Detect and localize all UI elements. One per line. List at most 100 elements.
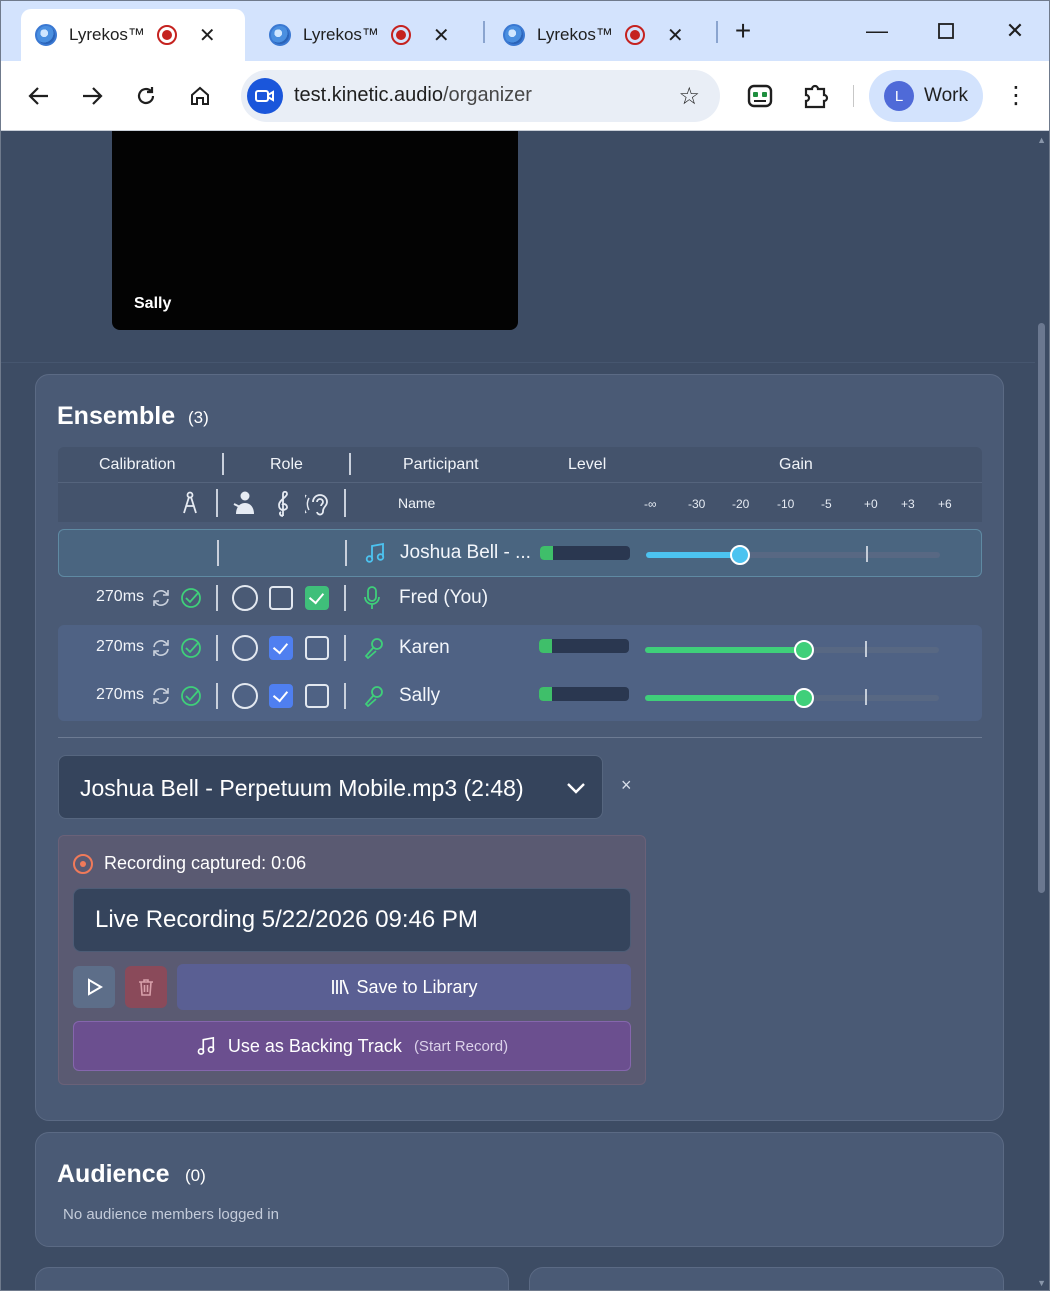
scroll-down-icon[interactable]: ▼: [1037, 1278, 1046, 1288]
role-musician-checkbox[interactable]: [269, 586, 293, 610]
more-menu-icon[interactable]: ⋮: [1001, 78, 1031, 114]
bookmark-star-icon[interactable]: ☆: [678, 82, 700, 111]
column-separator: [349, 453, 351, 475]
recording-indicator-icon: [156, 25, 177, 45]
gain-slider[interactable]: [646, 545, 940, 565]
treble-clef-icon: [278, 490, 288, 517]
chevron-down-icon: [567, 783, 585, 794]
recording-name-field[interactable]: Live Recording 5/22/2026 09:46 PM: [73, 888, 631, 952]
level-meter: [540, 546, 630, 560]
calibrated-check-icon: [181, 588, 201, 608]
role-musician-checkbox[interactable]: [269, 684, 293, 708]
gain-tick-label: -30: [688, 497, 706, 511]
library-icon: [332, 979, 350, 995]
ensemble-table-subheader: Name -∞ -30 -20 -10 -5 +0 +3 +6: [58, 482, 982, 522]
level-meter-fill: [540, 546, 553, 560]
profile-button[interactable]: L Work: [869, 70, 983, 122]
lyrekos-favicon-icon: [503, 24, 525, 46]
gain-slider-fill: [645, 647, 804, 653]
level-meter: [539, 687, 629, 701]
section-divider: [1, 362, 1035, 363]
remote-microphone-icon: [364, 638, 383, 659]
lyrekos-favicon-icon: [35, 24, 57, 46]
toolbar-separator: [853, 85, 854, 107]
subheader-name: Name: [398, 495, 436, 511]
column-separator: [344, 683, 346, 709]
close-tab-icon[interactable]: ✕: [199, 23, 216, 48]
column-separator: [216, 489, 218, 517]
recording-status: Recording captured: 0:06: [104, 853, 307, 873]
gain-slider[interactable]: [645, 688, 939, 708]
video-participant-label: Sally: [134, 295, 172, 312]
clear-track-button[interactable]: ×: [621, 775, 632, 796]
ensemble-count: (3): [188, 408, 209, 427]
backing-track-select[interactable]: Joshua Bell - Perpetuum Mobile.mp3 (2:48…: [58, 755, 603, 819]
gain-slider-knob[interactable]: [793, 640, 814, 660]
role-conductor-radio[interactable]: [232, 683, 258, 709]
role-conductor-radio[interactable]: [232, 585, 258, 611]
recalibrate-icon[interactable]: [151, 588, 171, 608]
scrollbar-thumb[interactable]: [1038, 323, 1045, 893]
bottom-card-right: [529, 1267, 1004, 1290]
gain-slider-fill: [645, 695, 804, 701]
participant-name: Sally: [399, 685, 441, 706]
extension-robot-icon[interactable]: [742, 78, 778, 114]
role-listener-checkbox[interactable]: [305, 684, 329, 708]
close-window-icon[interactable]: ✕: [997, 13, 1033, 49]
scroll-up-icon[interactable]: ▲: [1037, 135, 1046, 145]
tab-separator: [483, 21, 485, 43]
tab-separator: [716, 21, 718, 43]
minimize-icon[interactable]: —: [859, 13, 895, 49]
tab-title: Lyrekos™: [69, 25, 145, 44]
role-musician-checkbox[interactable]: [269, 636, 293, 660]
page-content: Sally Ensemble (3) Calibration Role Part…: [1, 131, 1049, 1290]
gain-tick-label: +0: [864, 497, 878, 511]
audience-card: Audience (0) No audience members logged …: [35, 1132, 1004, 1247]
url-path: /organizer: [442, 84, 532, 106]
delete-recording-button[interactable]: [125, 966, 167, 1008]
use-as-backing-track-button[interactable]: Use as Backing Track (Start Record): [73, 1021, 631, 1071]
tab-1[interactable]: Lyrekos™ ✕: [21, 9, 245, 61]
role-conductor-radio[interactable]: [232, 635, 258, 661]
recording-name-value: Live Recording 5/22/2026 09:46 PM: [95, 906, 478, 933]
forward-icon[interactable]: [74, 78, 110, 114]
close-tab-icon[interactable]: ✕: [667, 23, 684, 48]
url-text[interactable]: test.kinetic.audio/organizer: [294, 84, 532, 107]
reload-icon[interactable]: [128, 78, 164, 114]
extensions-puzzle-icon[interactable]: [798, 78, 834, 114]
address-bar[interactable]: test.kinetic.audio/organizer ☆: [241, 70, 720, 122]
browser-window: Lyrekos™ ✕ Lyrekos™ ✕ Lyrekos™ ✕ + — ✕ t…: [0, 0, 1050, 1291]
gain-tick-label: +6: [938, 497, 952, 511]
recalibrate-icon[interactable]: [151, 686, 171, 706]
trash-icon: [139, 979, 153, 996]
gain-slider[interactable]: [645, 640, 939, 660]
tab-2[interactable]: Lyrekos™ ✕: [255, 9, 479, 61]
play-recording-button[interactable]: [73, 966, 115, 1008]
scrollbar[interactable]: ▲ ▼: [1035, 131, 1049, 1290]
column-separator: [344, 585, 346, 611]
close-tab-icon[interactable]: ✕: [433, 23, 450, 48]
gain-zero-mark: [865, 689, 867, 705]
audience-title: Audience: [57, 1160, 170, 1188]
participant-video-tile: Sally: [112, 131, 518, 330]
gain-slider-knob[interactable]: [793, 688, 814, 708]
use-as-backing-track-label: Use as Backing Track: [227, 1035, 402, 1056]
site-info-icon[interactable]: [247, 78, 283, 114]
new-tab-icon[interactable]: +: [731, 15, 755, 47]
save-to-library-button[interactable]: Save to Library: [177, 964, 631, 1010]
gain-slider-knob[interactable]: [730, 545, 751, 565]
recording-dot-icon: [73, 854, 93, 874]
browser-toolbar: test.kinetic.audio/organizer ☆ L Work ⋮: [1, 61, 1049, 131]
use-as-backing-track-sublabel: (Start Record): [413, 1037, 509, 1055]
back-icon[interactable]: [21, 78, 57, 114]
role-listener-checkbox[interactable]: [305, 586, 329, 610]
maximize-icon[interactable]: [928, 13, 964, 49]
recalibrate-icon[interactable]: [151, 638, 171, 658]
recording-panel: Recording captured: 0:06 Live Recording …: [58, 835, 646, 1085]
role-listener-checkbox[interactable]: [305, 636, 329, 660]
home-icon[interactable]: [182, 78, 218, 114]
remote-microphone-icon: [364, 686, 383, 707]
tab-3[interactable]: Lyrekos™ ✕: [489, 9, 713, 61]
music-note-icon: [365, 542, 385, 563]
level-meter-fill: [539, 639, 552, 653]
